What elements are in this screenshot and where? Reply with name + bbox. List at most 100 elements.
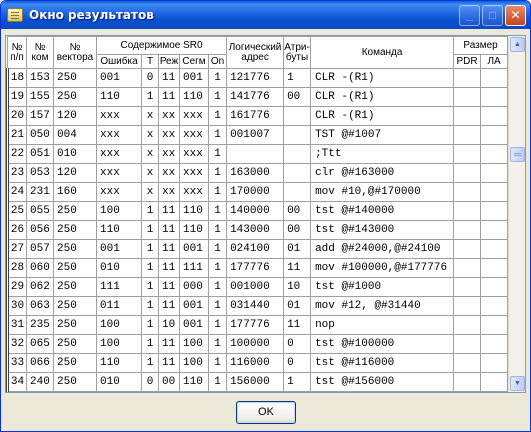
table-row[interactable]: 30 063 250 011 1 11 001 1 031440 01 mov #12, @#314… bbox=[6, 296, 509, 316]
header-sr0-group[interactable]: Содержимое SR0 bbox=[95, 36, 228, 55]
attributes-cell: 0 bbox=[283, 391, 312, 392]
command-cell: tst @#156000 bbox=[310, 372, 455, 392]
la-cell bbox=[480, 144, 509, 164]
header-row-num[interactable]: № п/п bbox=[7, 36, 27, 69]
cmd-num-cell: 062 bbox=[26, 277, 54, 297]
attributes-cell bbox=[283, 144, 312, 164]
header-error[interactable]: Ошибка bbox=[96, 54, 142, 69]
scroll-down-button[interactable]: ▼ bbox=[510, 376, 525, 391]
header-attributes[interactable]: Атри-буты bbox=[283, 36, 312, 69]
error-cell: xxx bbox=[96, 106, 142, 126]
header-cmd-num[interactable]: № ком bbox=[26, 36, 54, 69]
header-logical-addr[interactable]: Логический адрес bbox=[226, 36, 285, 69]
command-cell: mov #1, @#100000 bbox=[310, 391, 455, 392]
logical-addr-cell: 116000 bbox=[226, 353, 285, 373]
error-cell: 110 bbox=[96, 220, 142, 240]
table-row[interactable]: 27 057 250 001 1 11 001 1 024100 01 add @#24000,@#… bbox=[6, 239, 509, 259]
cmd-num-cell: 057 bbox=[26, 239, 54, 259]
table-row[interactable]: 34 240 250 010 0 00 110 1 156000 1 tst @#156000 bbox=[6, 372, 509, 392]
t-cell: 1 bbox=[141, 220, 159, 240]
table-row[interactable]: 22 051 010 xxx x xx xxx 1 ;Ttt bbox=[6, 144, 509, 164]
pdr-cell bbox=[453, 296, 482, 316]
table-row[interactable]: 23 053 120 xxx x xx xxx 1 163000 clr @#163000 bbox=[6, 163, 509, 183]
mode-cell: 11 bbox=[158, 87, 180, 107]
header-pdr[interactable]: PDR bbox=[453, 54, 482, 69]
scroll-thumb[interactable] bbox=[510, 147, 525, 162]
command-cell: tst @#143000 bbox=[310, 220, 455, 240]
pdr-cell bbox=[453, 182, 482, 202]
table-row[interactable]: 25 055 250 100 1 11 110 1 140000 00 tst @#140000 bbox=[6, 201, 509, 221]
table-row[interactable]: 18 153 250 001 0 11 001 1 121776 1 CLR -(R1) bbox=[6, 68, 509, 88]
row-number-cell: 20 bbox=[6, 106, 27, 126]
pdr-cell bbox=[453, 334, 482, 354]
t-cell: x bbox=[141, 182, 159, 202]
command-cell: TST @#1007 bbox=[310, 125, 455, 145]
la-cell bbox=[480, 277, 509, 297]
table-row[interactable]: 32 065 250 100 1 11 100 1 100000 0 tst @#100000 bbox=[6, 334, 509, 354]
scroll-up-button[interactable]: ▲ bbox=[510, 37, 525, 52]
header-mode[interactable]: Реж bbox=[158, 54, 180, 69]
table-row[interactable]: 3507025000101110011000000mov #1, @#10000… bbox=[6, 391, 509, 392]
error-cell: 100 bbox=[96, 315, 142, 335]
pdr-cell bbox=[453, 201, 482, 221]
pdr-cell bbox=[453, 372, 482, 392]
table-row[interactable]: 31 235 250 100 1 10 001 1 177776 11 nop bbox=[6, 315, 509, 335]
results-table: № п/п № ком № вектора Содержимое SR0 Лог… bbox=[6, 36, 509, 392]
cmd-num-cell: 153 bbox=[26, 68, 54, 88]
segm-cell: 001 bbox=[179, 68, 209, 88]
vector-cell: 250 bbox=[53, 277, 97, 297]
vector-cell: 250 bbox=[53, 258, 97, 278]
table-row[interactable]: 33 066 250 110 1 11 100 1 116000 0 tst @#116000 bbox=[6, 353, 509, 373]
mode-cell: xx bbox=[158, 163, 180, 183]
table-row[interactable]: 24 231 160 xxx x xx xxx 1 170000 mov #10,@#170000 bbox=[6, 182, 509, 202]
maximize-button[interactable]: □ bbox=[482, 5, 503, 26]
error-cell: 011 bbox=[96, 296, 142, 316]
cmd-num-cell: 066 bbox=[26, 353, 54, 373]
t-cell: x bbox=[141, 163, 159, 183]
error-cell: 010 bbox=[96, 258, 142, 278]
vector-cell: 120 bbox=[53, 163, 97, 183]
header-segm[interactable]: Сегм bbox=[179, 54, 209, 69]
la-cell bbox=[480, 68, 509, 88]
vector-cell: 250 bbox=[53, 296, 97, 316]
close-button[interactable]: ✕ bbox=[505, 5, 526, 26]
header-on[interactable]: On bbox=[207, 54, 228, 69]
attributes-cell: 10 bbox=[283, 277, 312, 297]
cmd-num-cell: 055 bbox=[26, 201, 54, 221]
header-command[interactable]: Команда bbox=[310, 36, 455, 69]
cmd-num-cell: 063 bbox=[26, 296, 54, 316]
table-row[interactable]: 20 157 120 xxx x xx xxx 1 161776 CLR -(R1) bbox=[6, 106, 509, 126]
t-cell: 0 bbox=[141, 391, 159, 392]
table-row[interactable]: 21 050 004 xxx x xx xxx 1 001007 TST @#1007 bbox=[6, 125, 509, 145]
ok-button[interactable]: OK bbox=[236, 401, 296, 424]
header-la[interactable]: ЛА bbox=[480, 54, 509, 69]
header-t[interactable]: T bbox=[141, 54, 159, 69]
on-cell: 1 bbox=[207, 106, 228, 126]
header-size-group[interactable]: Размер bbox=[453, 36, 509, 55]
error-cell: 111 bbox=[96, 277, 142, 297]
minimize-button[interactable]: _ bbox=[459, 5, 480, 26]
pdr-cell bbox=[453, 106, 482, 126]
logical-addr-cell: 177776 bbox=[226, 315, 285, 335]
table-row[interactable]: 26 056 250 110 1 11 110 1 143000 00 tst @#143000 bbox=[6, 220, 509, 240]
title-bar[interactable]: Окно результатов _ □ ✕ bbox=[1, 1, 530, 29]
la-cell bbox=[480, 125, 509, 145]
on-cell: 1 bbox=[207, 144, 228, 164]
vertical-scrollbar[interactable]: ▲ ▼ bbox=[508, 36, 525, 392]
row-number-cell: 26 bbox=[6, 220, 27, 240]
la-cell bbox=[480, 372, 509, 392]
t-cell: x bbox=[141, 106, 159, 126]
table-row[interactable]: 28 060 250 010 1 11 111 1 177776 11 mov #100000,@#… bbox=[6, 258, 509, 278]
mode-cell: 11 bbox=[158, 391, 180, 392]
vector-cell: 160 bbox=[53, 182, 97, 202]
cmd-num-cell: 231 bbox=[26, 182, 54, 202]
window-icon bbox=[7, 8, 23, 22]
pdr-cell bbox=[453, 353, 482, 373]
cmd-num-cell: 065 bbox=[26, 334, 54, 354]
header-vector-num[interactable]: № вектора bbox=[53, 36, 97, 69]
la-cell bbox=[480, 315, 509, 335]
table-row[interactable]: 29 062 250 111 1 11 000 1 001000 10 tst @#1000 bbox=[6, 277, 509, 297]
table-row[interactable]: 19 155 250 110 1 11 110 1 141776 00 CLR -(R1) bbox=[6, 87, 509, 107]
vector-cell: 250 bbox=[53, 201, 97, 221]
logical-addr-cell: 143000 bbox=[226, 220, 285, 240]
